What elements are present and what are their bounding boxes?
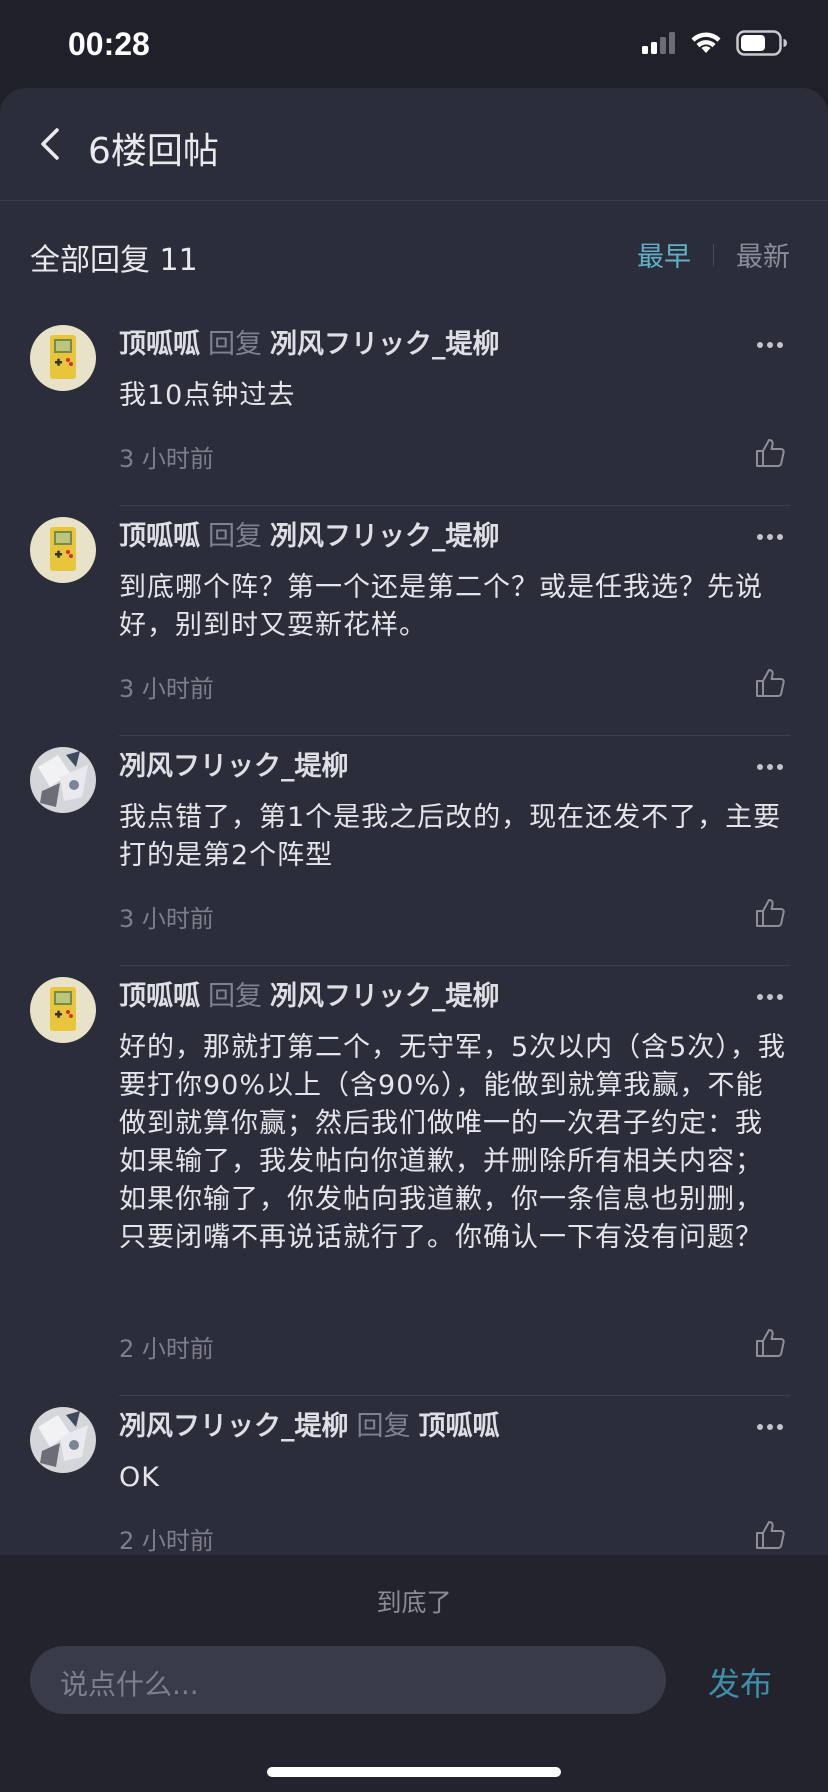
comment-item: 顶呱呱 回复 冽风フリック_堤柳 到底哪个阵？第一个还是第二个？或是任我选？先说好，… [0,505,828,736]
more-options-button[interactable] [750,325,790,365]
comment-body: 顶呱呱 回复 冽风フリック_堤柳 我10点钟过去 3 小时前 [119,325,790,506]
comment-time: 3 小时前 [119,905,214,933]
comment-author[interactable]: 顶呱呱 [119,329,200,360]
chevron-left-icon [41,128,59,160]
comment-body: 顶呱呱 回复 冽风フリック_堤柳 好的，那就打第二个，无守军，5次以内（含5次），我… [119,977,790,1396]
thumbs-up-icon [756,439,785,467]
replies-header: 全部回复 11 最早 最新 [0,201,828,295]
reply-target[interactable]: 冽风フリック_堤柳 [270,981,500,1012]
battery-icon [736,30,787,56]
gameboy-avatar-icon [50,527,76,571]
comment-item: 顶呱呱 回复 冽风フリック_堤柳 我10点钟过去 3 小时前 [0,295,828,506]
reply-label: 回复 [208,329,262,360]
cellular-signal-icon [642,32,675,54]
comment-time: 2 小时前 [119,1335,214,1363]
comment-header: 冽风フリック_堤柳 回复 顶呱呱 [119,1407,790,1447]
home-indicator[interactable] [267,1767,561,1777]
replies-count-title: 全部回复 11 [30,243,198,278]
sort-switch: 最早 最新 [637,235,790,274]
wifi-icon [691,32,721,53]
reply-label: 回复 [208,521,262,552]
anime-avatar-icon [38,1411,88,1467]
avatar[interactable] [30,1407,96,1473]
comment-text: 我10点钟过去 [119,380,296,411]
status-icons [642,30,788,56]
comment-time: 2 小时前 [119,1527,214,1555]
gameboy-avatar-icon [50,987,76,1031]
comment-item: 冽风フリック_堤柳 回复 顶呱呱 OK 2 小时前 [0,1395,828,1565]
comment-input[interactable]: 说点什么... [30,1646,666,1714]
comment-author[interactable]: 冽风フリック_堤柳 [119,1411,349,1442]
comment-text: 到底哪个阵？第一个还是第二个？或是任我选？先说好，别到时又耍新花样。 [119,572,763,641]
reply-sheet: 6楼回帖 全部回复 11 最早 最新 顶呱呱 回复 冽风フリック_堤柳 我10点… [0,88,828,1792]
comment-body: 顶呱呱 回复 冽风フリック_堤柳 到底哪个阵？第一个还是第二个？或是任我选？先说好，… [119,517,790,736]
comment-header: 顶呱呱 回复 冽风フリック_堤柳 [119,977,790,1017]
comment-author[interactable]: 冽风フリック_堤柳 [119,751,349,782]
comment-text: OK [119,1462,160,1493]
comment-author[interactable]: 顶呱呱 [119,981,200,1012]
comment-item: 冽风フリック_堤柳 我点错了，第1个是我之后改的，现在还发不了，主要打的是第2个… [0,735,828,966]
status-time: 00:28 [68,26,150,62]
comment-header: 冽风フリック_堤柳 [119,747,790,787]
reply-target[interactable]: 顶呱呱 [419,1411,500,1442]
comment-body: 冽风フリック_堤柳 我点错了，第1个是我之后改的，现在还发不了，主要打的是第2个… [119,747,790,966]
comment-text: 好的，那就打第二个，无守军，5次以内（含5次），我要打你90%以上（含90%），… [119,1032,786,1253]
reply-target[interactable]: 冽风フリック_堤柳 [270,329,500,360]
comment-header: 顶呱呱 回复 冽风フリック_堤柳 [119,325,790,365]
like-button[interactable] [750,1515,790,1555]
avatar[interactable] [30,325,96,391]
thumbs-up-icon [756,669,785,697]
more-dots-icon [757,342,783,348]
nav-bar: 6楼回帖 [0,88,828,201]
like-button[interactable] [750,1323,790,1363]
gameboy-avatar-icon [50,335,76,379]
reply-label: 回复 [356,1411,411,1442]
comment-time: 3 小时前 [119,675,214,703]
comment-input-placeholder: 说点什么... [60,1668,199,1701]
avatar[interactable] [30,977,96,1043]
avatar[interactable] [30,747,96,813]
more-dots-icon [757,994,783,1000]
thumbs-up-icon [756,1521,785,1549]
sort-divider [713,243,714,266]
more-dots-icon [757,1424,783,1430]
comment-time: 3 小时前 [119,445,214,473]
anime-avatar-icon [38,751,88,807]
footer-area: 到底了 说点什么... 发布 [0,1555,828,1792]
like-button[interactable] [750,433,790,473]
like-button[interactable] [750,663,790,703]
page-title: 6楼回帖 [88,131,219,172]
more-options-button[interactable] [750,1407,790,1447]
reply-target[interactable]: 冽风フリック_堤柳 [270,521,500,552]
thumbs-up-icon [756,1329,785,1357]
sort-earliest-tab[interactable]: 最早 [637,235,691,274]
more-dots-icon [757,534,783,540]
more-options-button[interactable] [750,747,790,787]
status-bar: 00:28 [0,0,828,88]
more-dots-icon [757,764,783,770]
end-of-list-text: 到底了 [376,1588,452,1617]
more-options-button[interactable] [750,517,790,557]
comment-body: 冽风フリック_堤柳 回复 顶呱呱 OK 2 小时前 [119,1407,790,1565]
back-button[interactable] [28,120,72,168]
like-button[interactable] [750,893,790,933]
comment-author[interactable]: 顶呱呱 [119,521,200,552]
more-options-button[interactable] [750,977,790,1017]
comment-text: 我点错了，第1个是我之后改的，现在还发不了，主要打的是第2个阵型 [119,802,782,871]
sort-latest-tab[interactable]: 最新 [736,235,790,274]
comment-item: 顶呱呱 回复 冽风フリック_堤柳 好的，那就打第二个，无守军，5次以内（含5次），我… [0,965,828,1396]
avatar[interactable] [30,517,96,583]
publish-button[interactable]: 发布 [708,1659,772,1705]
thumbs-up-icon [756,899,785,927]
reply-label: 回复 [208,981,262,1012]
comment-header: 顶呱呱 回复 冽风フリック_堤柳 [119,517,790,557]
